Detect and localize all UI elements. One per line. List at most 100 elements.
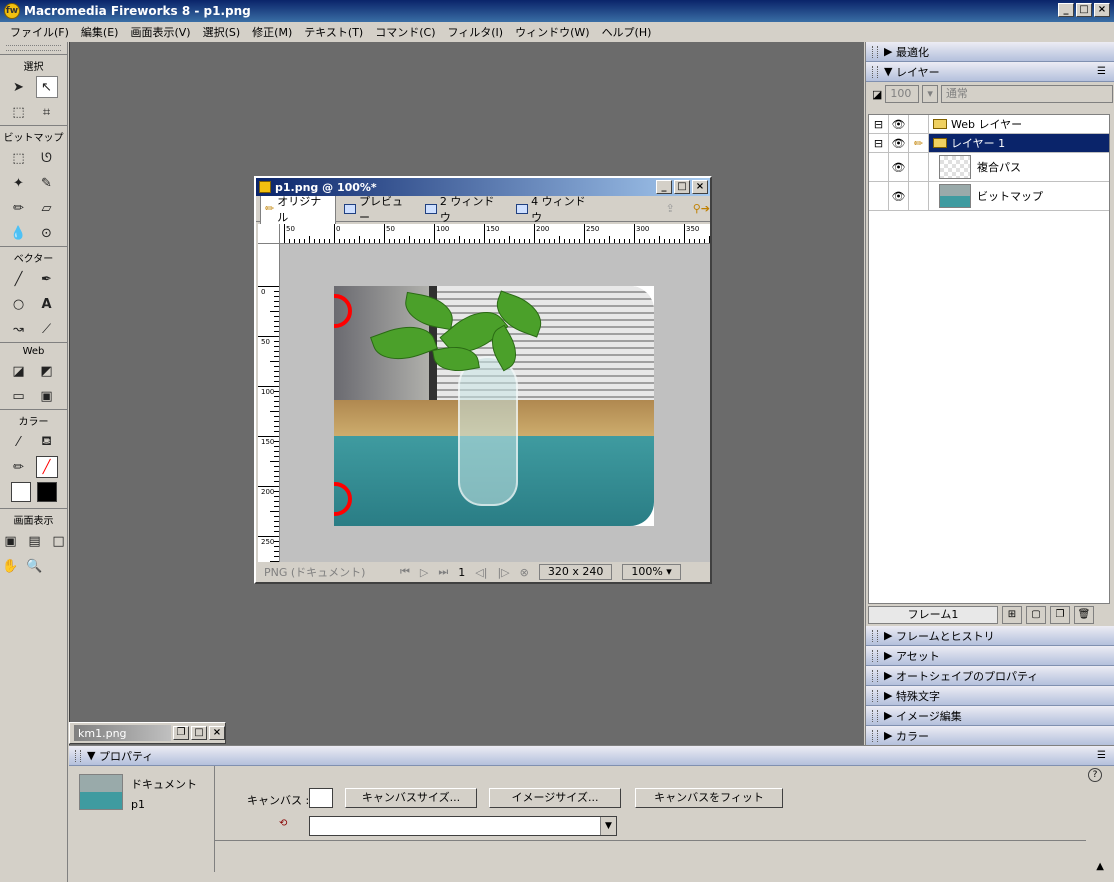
stroke-color-icon[interactable]: ✏ [8,456,30,478]
next-frame-icon[interactable]: |▷ [497,566,509,579]
layer-row[interactable]: ⊟ 👁 ✏ レイヤー 1 [869,134,1109,153]
brush-tool-icon[interactable]: ✎ [36,172,58,194]
full-screen-menu-icon[interactable]: ▤ [24,530,46,552]
show-slices-icon[interactable]: ▣ [36,385,58,407]
menu-edit[interactable]: 編集(E) [75,24,125,40]
blur-tool-icon[interactable]: 💧 [8,222,30,244]
hotspot-tool-icon[interactable]: ◪ [8,360,30,382]
lasso-tool-icon[interactable]: ᘎ [36,147,58,169]
mini-restore-button[interactable]: ❐ [173,726,189,740]
panel-image-edit-header[interactable]: ▶ イメージ編集 [866,706,1114,726]
panel-special-chars-header[interactable]: ▶ 特殊文字 [866,686,1114,706]
menu-file[interactable]: ファイル(F) [4,24,75,40]
canvas-size-button[interactable]: キャンバスサイズ... [345,788,477,808]
magic-wand-tool-icon[interactable]: ✦ [8,172,30,194]
eyedropper-tool-icon[interactable]: ⁄ [8,431,30,453]
knife-tool-icon[interactable]: ⟋ [36,318,58,340]
menu-window[interactable]: ウィンドウ(W) [509,24,595,40]
edit-pencil-icon[interactable]: ✏ [909,134,929,152]
opacity-field[interactable]: 100 [885,85,920,103]
image-size-button[interactable]: イメージサイズ... [489,788,621,808]
panel-layers-header[interactable]: ▼ レイヤー ☰ [866,62,1114,82]
chevron-down-icon[interactable]: ▼ [600,817,616,835]
quick-export-icon[interactable]: ⚲➔ [693,202,710,215]
fit-canvas-button[interactable]: キャンバスをフィット [635,788,783,808]
collapse-icon[interactable]: ⊟ [869,134,889,152]
tools-grip[interactable] [6,45,61,51]
eye-icon[interactable]: 👁 [889,182,909,210]
doc-close-button[interactable]: × [692,180,708,194]
opacity-arrow[interactable]: ▾ [922,85,938,103]
prev-frame-icon[interactable]: ◁| [475,566,487,579]
panel-grip[interactable] [872,45,878,58]
eraser-tool-icon[interactable]: ▱ [36,197,58,219]
panel-assets-header[interactable]: ▶ アセット [866,646,1114,666]
hand-tool-icon[interactable]: ✋ [0,555,22,577]
standard-screen-icon[interactable]: ▣ [0,530,22,552]
layer-row[interactable]: 👁 ビットマップ [869,182,1109,211]
page-select[interactable]: ▼ [309,816,617,836]
maximize-button[interactable]: □ [1076,3,1092,17]
first-frame-icon[interactable]: ⏮ [400,565,410,579]
panel-grip[interactable] [75,749,81,762]
panel-frames-history-header[interactable]: ▶ フレームとヒストリ [866,626,1114,646]
collapse-icon[interactable]: ⊟ [869,115,889,133]
panel-optimize-header[interactable]: ▶ 最適化 [866,42,1114,62]
new-sublayer-icon[interactable]: ⊞ [1002,606,1022,624]
scale-tool-icon[interactable]: ⬚ [8,101,30,123]
doc-maximize-button[interactable]: □ [674,180,690,194]
layer-row[interactable]: 👁 複合パス [869,153,1109,182]
slice-tool-icon[interactable]: ◩ [36,360,58,382]
fill-color-swatch[interactable] [10,482,31,502]
marquee-tool-icon[interactable]: ⬚ [8,147,30,169]
panel-autoshape-header[interactable]: ▶ オートシェイプのプロパティ [866,666,1114,686]
text-tool-icon[interactable]: A [36,293,58,315]
add-mask-icon[interactable]: ▢ [1026,606,1046,624]
full-screen-icon[interactable]: □ [48,530,70,552]
last-frame-icon[interactable]: ⏭ [438,565,448,579]
menu-help[interactable]: ヘルプ(H) [596,24,658,40]
blend-mode-select[interactable]: 通常 [940,85,1113,103]
eye-icon[interactable]: 👁 [889,153,909,181]
menu-text[interactable]: テキスト(T) [298,24,369,40]
zoom-select[interactable]: 100% ▾ [622,564,681,580]
minimized-document[interactable]: km1.png ❐ □ × [69,722,226,744]
pointer-tool-icon[interactable]: ➤ [8,76,30,98]
panel-grip[interactable] [872,65,878,78]
lock-icon[interactable]: ◪ [872,88,882,101]
mini-maximize-button[interactable]: □ [191,726,207,740]
canvas-area[interactable] [280,244,710,562]
no-fill-icon[interactable]: ╱ [35,456,58,478]
stop-icon[interactable]: ⊗ [520,566,529,579]
freeform-tool-icon[interactable]: ↝ [8,318,30,340]
doc-minimize-button[interactable]: _ [656,180,672,194]
menu-commands[interactable]: コマンド(C) [369,24,441,40]
zoom-tool-icon[interactable]: 🔍 [24,555,46,577]
menu-modify[interactable]: 修正(M) [246,24,298,40]
hide-slices-icon[interactable]: ▭ [8,385,30,407]
menu-view[interactable]: 画面表示(V) [124,24,196,40]
panel-options-icon[interactable]: ☰ [1097,750,1106,761]
help-icon[interactable]: ? [1088,768,1102,782]
play-icon[interactable]: ▷ [420,566,428,579]
menu-filters[interactable]: フィルタ(I) [441,24,509,40]
export-icon[interactable]: ⇪ [665,202,674,215]
document-titlebar[interactable]: p1.png @ 100%* _ □ × [256,178,710,196]
subselect-tool-icon[interactable]: ↖ [35,76,58,98]
canvas-size-readout[interactable]: 320 x 240 [538,564,613,580]
pencil-tool-icon[interactable]: ✏ [8,197,30,219]
rubber-stamp-tool-icon[interactable]: ⊙ [36,222,58,244]
frame-select[interactable]: フレーム1 [868,606,998,624]
minimize-button[interactable]: _ [1058,3,1074,17]
properties-header[interactable]: ▼ プロパティ ☰ [69,746,1114,766]
mini-close-button[interactable]: × [209,726,225,740]
pen-tool-icon[interactable]: ✒ [36,268,58,290]
line-tool-icon[interactable]: ╱ [8,268,30,290]
canvas-image[interactable] [334,286,654,526]
trash-icon[interactable]: 🗑 [1074,606,1094,624]
layer-row[interactable]: ⊟ 👁 Web レイヤー [869,115,1109,134]
eye-icon[interactable]: 👁 [889,134,909,152]
menu-select[interactable]: 選択(S) [197,24,247,40]
crop-tool-icon[interactable]: ⌗ [36,101,58,123]
eye-icon[interactable]: 👁 [889,115,909,133]
